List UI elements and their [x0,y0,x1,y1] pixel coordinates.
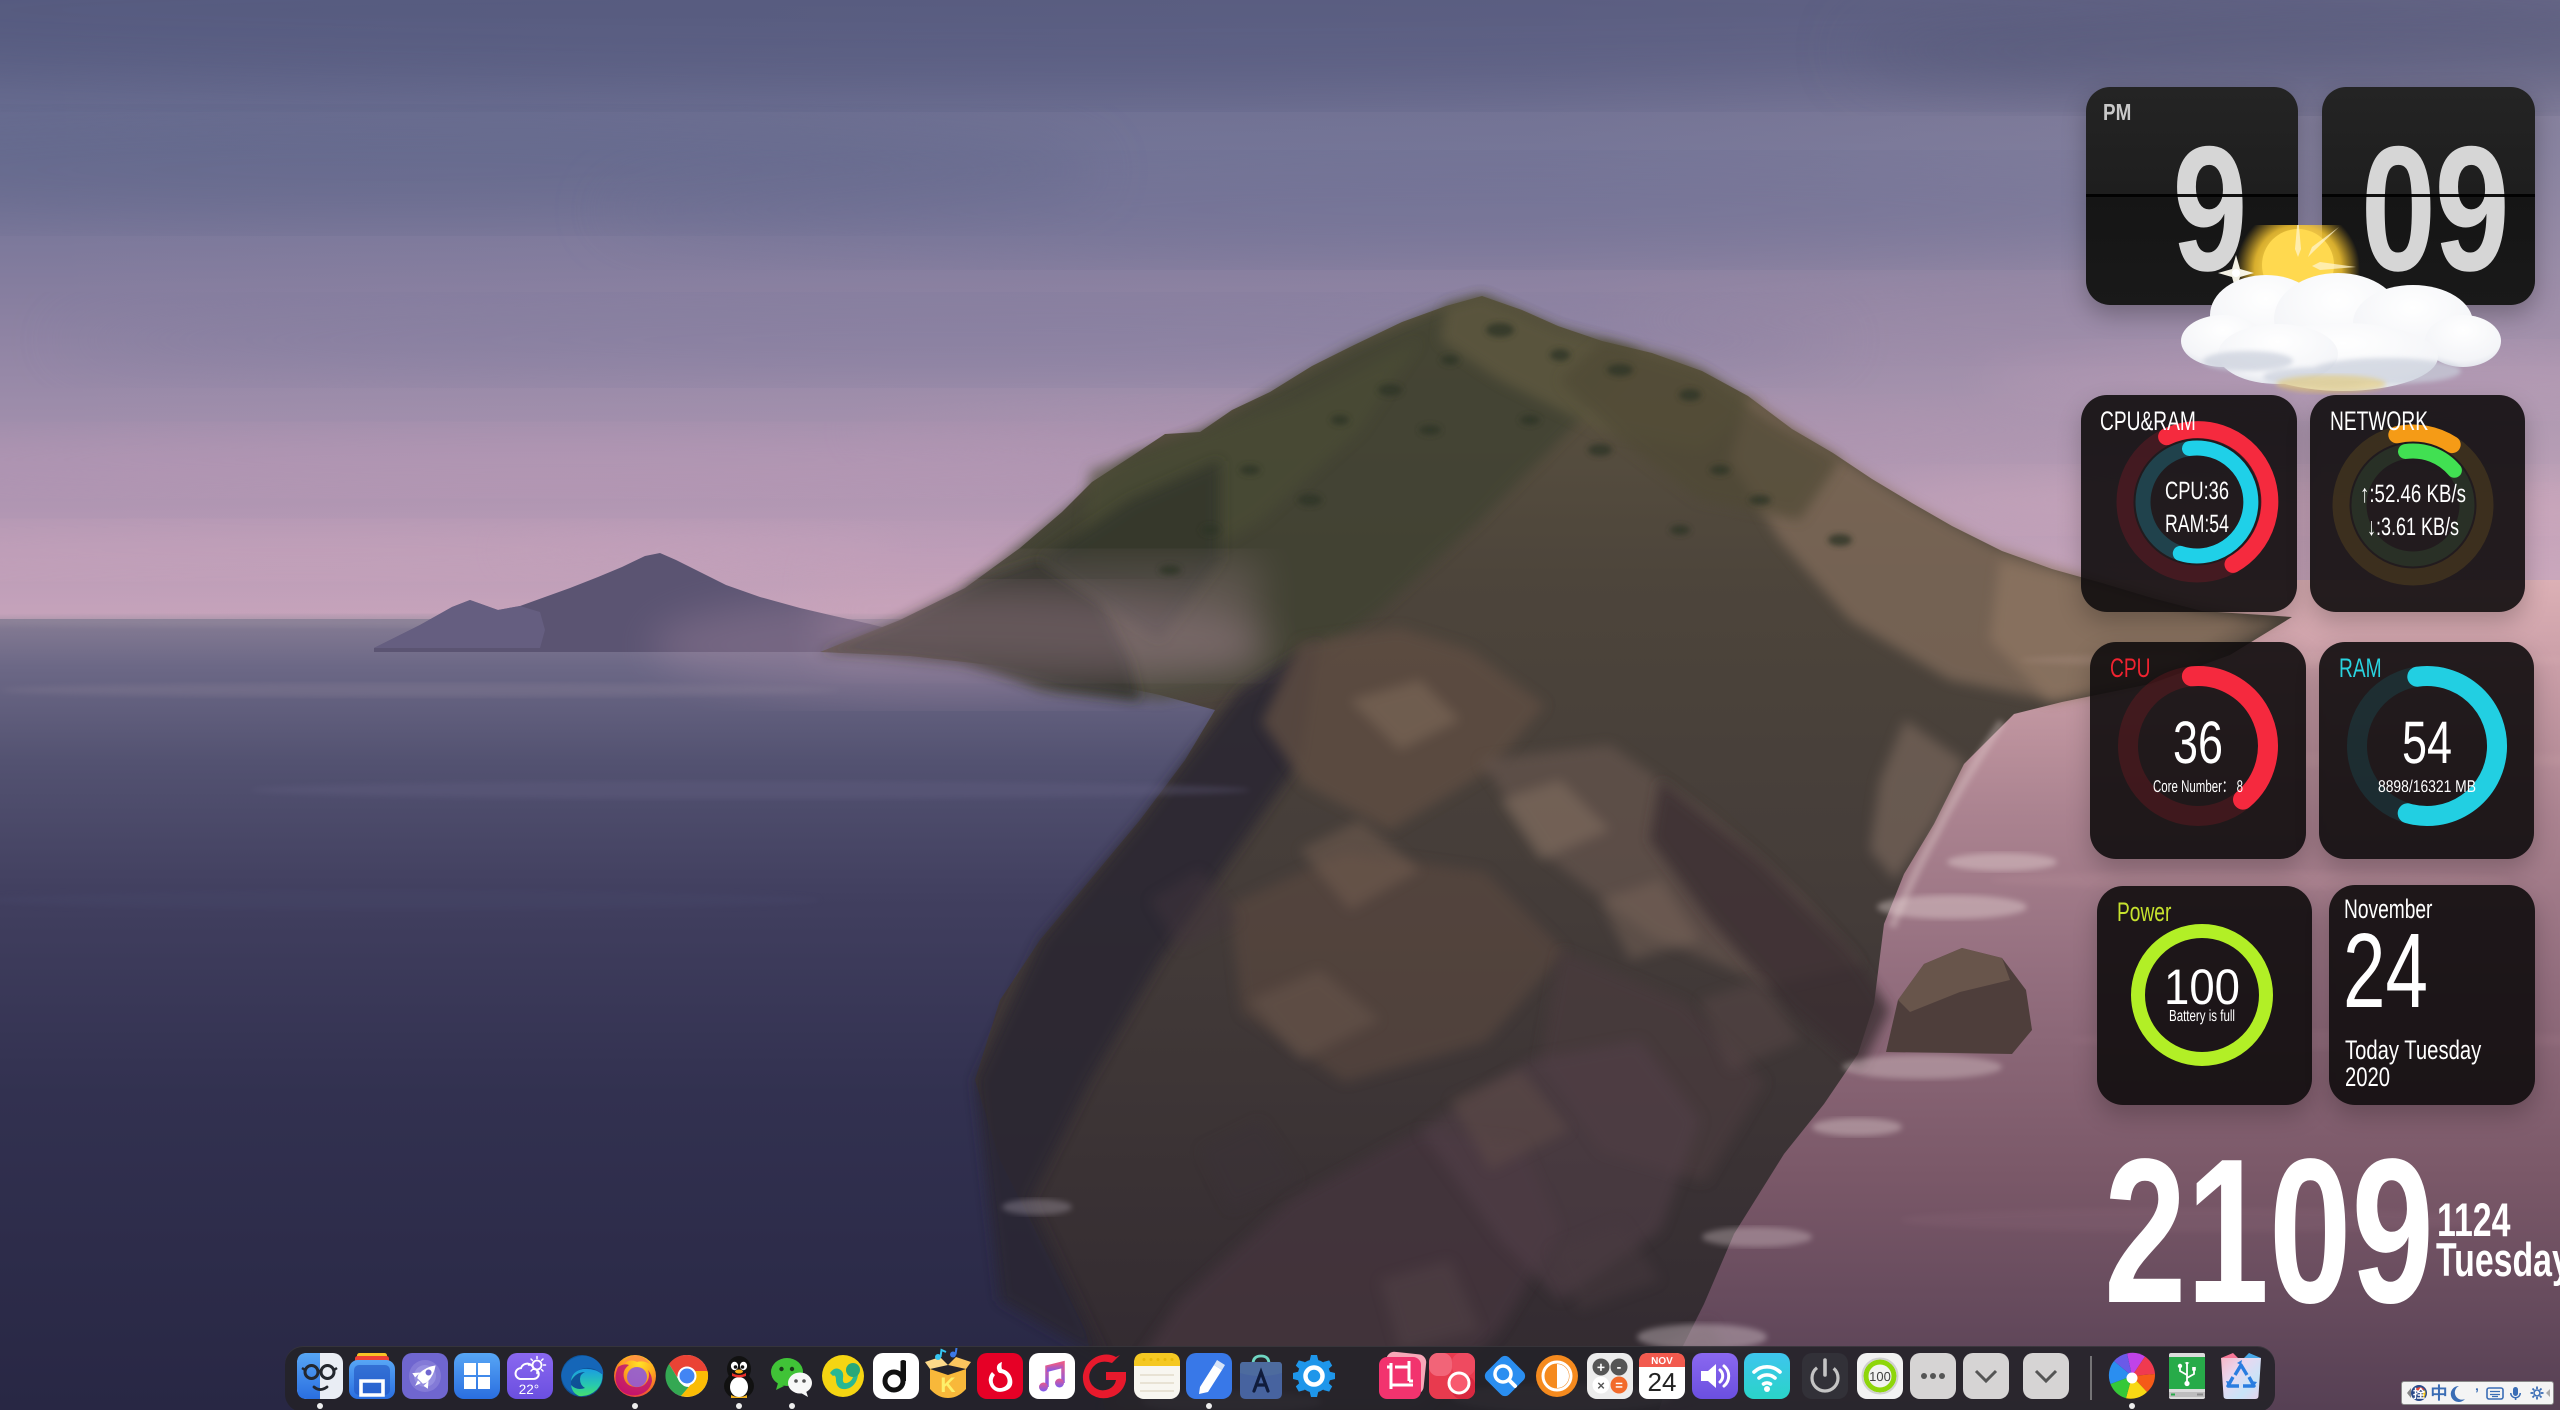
svg-text:54: 54 [2402,709,2452,776]
svg-text:Core Number： 8: Core Number： 8 [2153,777,2243,796]
svg-text:CPU:36: CPU:36 [2165,477,2229,505]
svg-text:100: 100 [1869,1369,1891,1384]
svg-text:36: 36 [2173,709,2223,776]
svg-text:NOV: NOV [1651,1356,1673,1367]
svg-text:=: = [1615,1378,1623,1393]
svg-text:’: ’ [2475,1385,2479,1401]
svg-text:↓:3.61 KB/s: ↓:3.61 KB/s [2367,513,2459,541]
svg-text:Battery is full: Battery is full [2169,1008,2235,1025]
svg-text:×: × [1597,1378,1605,1393]
svg-text:22°: 22° [519,1382,539,1397]
svg-text:中: 中 [2431,1384,2448,1403]
svg-text:拴: 拴 [2413,1387,2425,1401]
svg-text:-: - [1617,1359,1622,1375]
svg-text:100: 100 [2164,959,2240,1015]
svg-text:+: + [1597,1359,1605,1375]
svg-text:RAM:54: RAM:54 [2165,510,2229,538]
svg-text:8898/16321 MB: 8898/16321 MB [2378,777,2476,796]
svg-text:K: K [940,1374,955,1397]
svg-text:24: 24 [1648,1367,1677,1397]
svg-text:↑:52.46 KB/s: ↑:52.46 KB/s [2360,480,2466,508]
